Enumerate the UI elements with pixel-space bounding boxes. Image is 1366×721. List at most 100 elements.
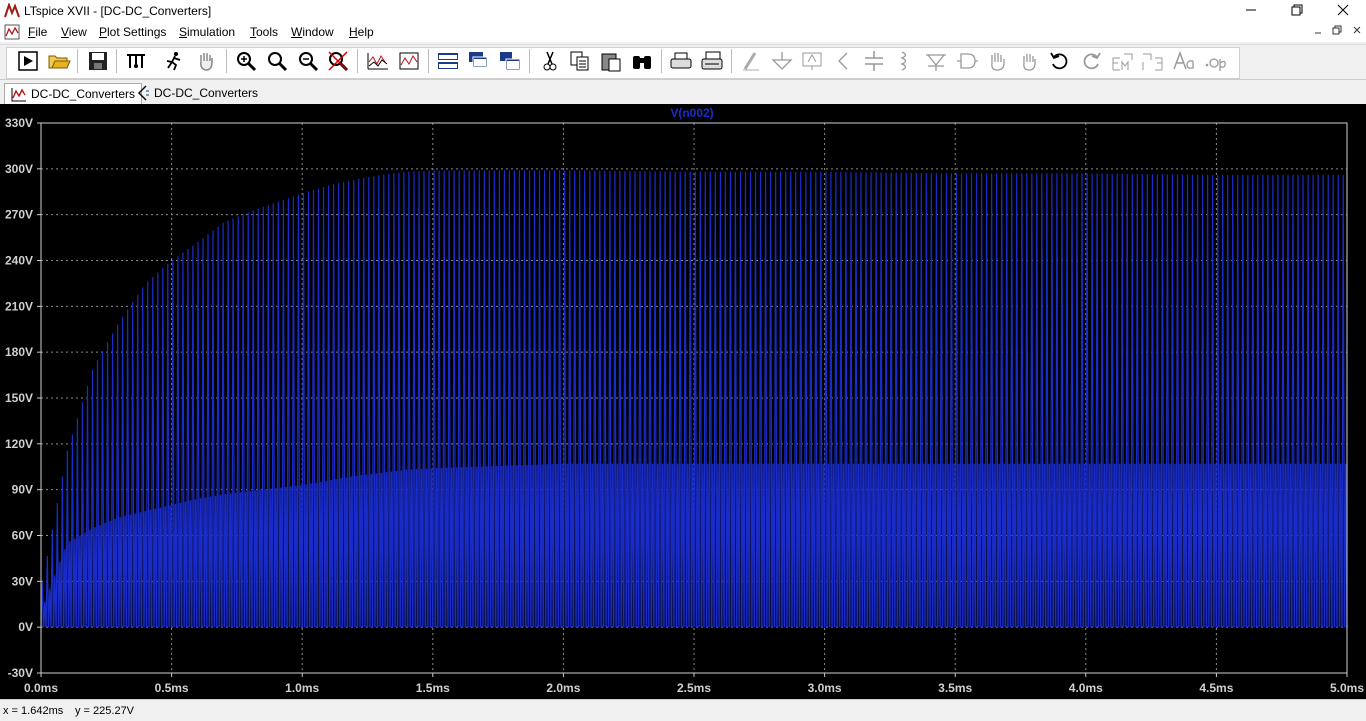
resistor-button[interactable] <box>831 50 855 72</box>
resistor-icon <box>838 52 848 70</box>
copy-button[interactable] <box>568 50 592 72</box>
paste-button[interactable] <box>599 50 623 72</box>
capacitor-button[interactable] <box>862 50 886 72</box>
y-tick-label: -30V <box>8 666 33 680</box>
menu-help[interactable]: Help <box>349 25 374 39</box>
text-icon <box>1173 50 1194 70</box>
waveform-doc-icon[interactable] <box>4 24 20 40</box>
mdi-minimize-button[interactable] <box>1311 25 1325 39</box>
mdi-restore-button[interactable] <box>1330 25 1344 39</box>
waveform-plot[interactable]: 330V 300V 270V 240V 210V 180V 150V 120V 90V 60V 30… <box>0 104 1366 699</box>
zoom-out-button[interactable] <box>296 50 320 72</box>
x-tick-label: 5.0ms <box>1330 681 1364 695</box>
add-plot-pane-button[interactable] <box>397 50 421 72</box>
zoom-in-icon <box>237 52 257 72</box>
tile-horizontal-icon <box>438 53 458 69</box>
tile-vertical-icon <box>500 52 521 71</box>
undo-button[interactable] <box>1048 50 1072 72</box>
restore-icon <box>1291 4 1303 16</box>
menu-window[interactable]: Window <box>291 25 334 39</box>
label-net-button[interactable] <box>800 50 824 72</box>
tile-horizontal-button[interactable] <box>436 50 460 72</box>
toolbar-separator <box>357 49 358 73</box>
close-button[interactable] <box>1320 0 1366 22</box>
print-button[interactable] <box>669 50 693 72</box>
find-icon <box>633 56 651 69</box>
autorange-button[interactable] <box>366 50 390 72</box>
minimize-button[interactable] <box>1228 0 1274 22</box>
y-tick-label: 120V <box>5 437 33 451</box>
inductor-button[interactable] <box>893 50 917 72</box>
toolbar-separator <box>529 49 530 73</box>
text-button[interactable] <box>1172 50 1196 72</box>
capacitor-icon <box>865 51 883 71</box>
move-button[interactable] <box>986 50 1010 72</box>
diode-icon <box>926 54 946 71</box>
drag-icon <box>1023 54 1036 71</box>
ground-icon <box>771 52 793 70</box>
menu-view[interactable]: View <box>61 25 87 39</box>
diode-button[interactable] <box>924 50 948 72</box>
zoom-out-icon <box>299 52 319 72</box>
ltspice-app-icon <box>4 3 20 18</box>
x-tick-label: 4.5ms <box>1199 681 1233 695</box>
tab-schematic[interactable]: DC-DC_Converters <box>128 83 264 104</box>
tab-waveform[interactable]: DC-DC_Converters <box>4 83 143 104</box>
cut-button[interactable] <box>538 50 562 72</box>
y-tick-label: 0V <box>18 620 33 634</box>
toolbar-separator <box>116 49 117 73</box>
zoom-in-button[interactable] <box>234 50 258 72</box>
y-tick-label: 210V <box>5 299 33 313</box>
wire-button[interactable] <box>739 50 763 72</box>
control-panel-button[interactable] <box>124 50 148 72</box>
save-button[interactable] <box>86 50 110 72</box>
print-setup-button[interactable] <box>700 50 724 72</box>
cursor-y-readout: y = 225.27V <box>75 705 135 717</box>
tile-vertical-button[interactable] <box>498 50 522 72</box>
run-button[interactable] <box>16 50 40 72</box>
spice-directive-button[interactable] <box>1203 50 1227 72</box>
status-bar: x = 1.642ms y = 225.27V <box>0 699 1366 721</box>
tab-label: DC-DC_Converters <box>154 86 259 100</box>
autorange-icon <box>367 53 388 70</box>
redo-button[interactable] <box>1079 50 1103 72</box>
menu-tools[interactable]: Tools <box>250 25 278 39</box>
toolbar <box>0 44 1366 80</box>
cascade-icon <box>469 52 488 68</box>
menu-file[interactable]: File <box>28 25 47 39</box>
drag-button[interactable] <box>1017 50 1041 72</box>
x-tick-label: 0.0ms <box>24 681 58 695</box>
find-button[interactable] <box>630 50 654 72</box>
component-icon <box>957 53 978 69</box>
y-tick-label: 60V <box>12 529 33 543</box>
component-button[interactable] <box>955 50 979 72</box>
ground-button[interactable] <box>770 50 794 72</box>
mdi-close-button[interactable] <box>1350 25 1364 39</box>
x-tick-label: 3.5ms <box>938 681 972 695</box>
zoom-box-button[interactable] <box>265 50 289 72</box>
rotate-icon <box>1112 53 1133 71</box>
mirror-button[interactable] <box>1141 50 1165 72</box>
zoom-box-icon <box>268 52 288 72</box>
rotate-button[interactable] <box>1110 50 1134 72</box>
cascade-button[interactable] <box>467 50 491 72</box>
menu-simulation[interactable]: Simulation <box>179 25 235 39</box>
window-title: LTspice XVII - [DC-DC_Converters] <box>24 4 212 18</box>
save-icon <box>89 52 107 70</box>
trace-label[interactable]: V(n002) <box>670 106 713 120</box>
run-icon <box>18 51 38 71</box>
halt-button[interactable] <box>162 50 186 72</box>
spice-directive-icon <box>1205 58 1226 71</box>
toolbar-separator <box>731 49 732 73</box>
toolbar-separator <box>77 49 78 73</box>
waveform-plot-pane[interactable]: 330V 300V 270V 240V 210V 180V 150V 120V 90V 60V 30… <box>0 104 1366 699</box>
close-icon <box>1353 26 1361 34</box>
x-tick-label: 1.5ms <box>416 681 450 695</box>
zoom-fit-button[interactable] <box>326 50 350 72</box>
open-button[interactable] <box>47 50 71 72</box>
pan-button[interactable] <box>194 50 218 72</box>
x-tick-label: 2.5ms <box>677 681 711 695</box>
restore-button[interactable] <box>1274 0 1320 22</box>
menu-plot-settings[interactable]: Plot Settings <box>99 25 166 39</box>
x-axis-ticks: 0.0ms 0.5ms 1.0ms 1.5ms 2.0ms 2.5ms 3.0ms 3.5ms… <box>24 681 1364 695</box>
